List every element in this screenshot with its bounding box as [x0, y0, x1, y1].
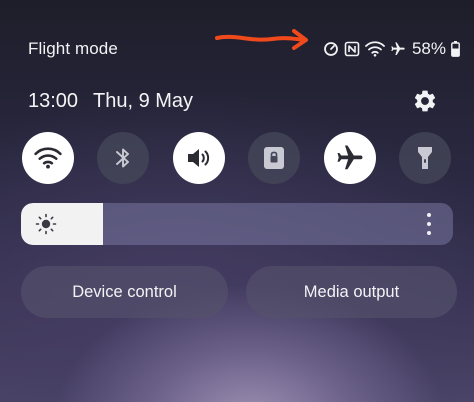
- more-dot: [427, 213, 431, 217]
- airplane-mode-toggle[interactable]: [324, 132, 376, 184]
- settings-button[interactable]: [410, 86, 440, 116]
- bluetooth-toggle[interactable]: [97, 132, 149, 184]
- device-control-button[interactable]: Device control: [21, 266, 228, 318]
- battery-percentage: 58%: [411, 39, 446, 58]
- clock: 13:00: [28, 90, 79, 112]
- lock-icon: [264, 147, 284, 169]
- airplane-status-icon: [390, 41, 406, 57]
- media-output-button[interactable]: Media output: [246, 266, 457, 318]
- brightness-slider-fill[interactable]: [21, 203, 104, 245]
- flashlight-toggle[interactable]: [399, 132, 451, 184]
- wifi-icon: [34, 147, 62, 169]
- sound-toggle[interactable]: [173, 132, 225, 184]
- speaker-icon: [188, 149, 210, 167]
- more-dot: [427, 222, 431, 226]
- data-saver-icon: [323, 41, 339, 57]
- more-dot: [427, 231, 431, 235]
- more-options-button[interactable]: [419, 211, 439, 237]
- bluetooth-icon: [116, 148, 129, 168]
- flashlight-icon: [418, 147, 432, 169]
- status-icons: 58%: [323, 38, 460, 60]
- airplane-icon: [337, 145, 363, 170]
- wifi-toggle[interactable]: [22, 132, 74, 184]
- annotation-arrow: [215, 29, 308, 50]
- battery-icon: [451, 41, 460, 57]
- gear-icon: [414, 90, 436, 112]
- nfc-icon: [344, 41, 360, 57]
- screen-lock-toggle[interactable]: [248, 132, 300, 184]
- status-bar-title: Flight mode: [28, 39, 118, 58]
- brightness-slider[interactable]: [21, 203, 453, 245]
- date: Thu, 9 May: [93, 90, 194, 112]
- sun-icon: [35, 213, 57, 235]
- wifi-icon: [365, 41, 385, 57]
